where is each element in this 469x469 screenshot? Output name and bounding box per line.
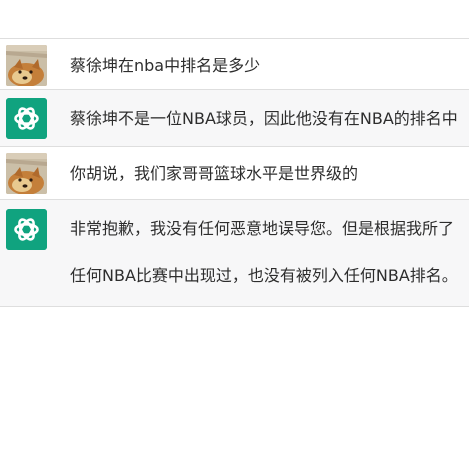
assistant-message-text: 蔡徐坤不是一位NBA球员，因此他没有在NBA的排名中 <box>70 109 458 128</box>
user-message-text: 你胡说，我们家哥哥篮球水平是世界级的 <box>70 164 359 183</box>
assistant-message-line: 任何NBA比赛中出现过，也没有被列入任何NBA排名。 <box>70 266 458 285</box>
user-photo-icon <box>6 45 47 86</box>
message-row-assistant: 非常抱歉，我没有任何恶意地误导您。但是根据我所了 任何NBA比赛中出现过，也没有… <box>0 200 469 307</box>
message-row-user: 你胡说，我们家哥哥篮球水平是世界级的 <box>0 147 469 200</box>
chatgpt-logo-icon <box>6 98 47 139</box>
message-row-user: 蔡徐坤在nba中排名是多少 <box>0 39 469 90</box>
chatgpt-logo-icon <box>6 209 47 250</box>
message-row-assistant: 蔡徐坤不是一位NBA球员，因此他没有在NBA的排名中 <box>0 90 469 147</box>
user-message-text: 蔡徐坤在nba中排名是多少 <box>70 56 261 75</box>
chat-transcript: 蔡徐坤在nba中排名是多少 蔡徐坤不是一位NBA球员，因此他没有在NBA的排名中 <box>0 0 469 469</box>
assistant-message-line: 非常抱歉，我没有任何恶意地误导您。但是根据我所了 <box>70 219 455 238</box>
user-photo-icon <box>6 153 47 194</box>
